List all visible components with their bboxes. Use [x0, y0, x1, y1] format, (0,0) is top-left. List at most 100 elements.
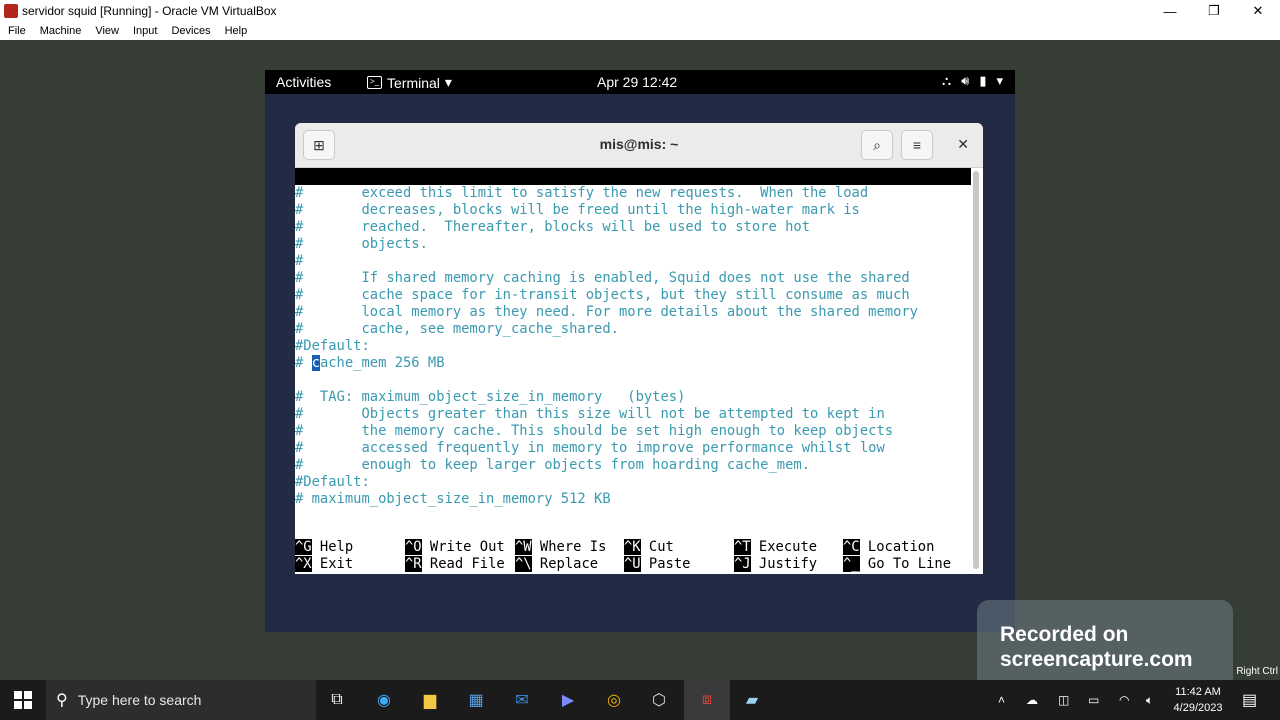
shortcut-where-is: ^W Where Is [515, 539, 607, 555]
chevron-down-icon: ▾ [996, 73, 1003, 88]
vbox-titlebar: servidor squid [Running] - Oracle VM Vir… [0, 0, 1280, 22]
tray-overflow-icon[interactable]: ˄ [998, 680, 1005, 720]
watermark-line1: Recorded on [1000, 623, 1129, 646]
editor-line: # reached. Thereafter, blocks will be us… [295, 219, 810, 235]
shortcut-help: ^G Help [295, 539, 354, 555]
editor-line: # If shared memory caching is enabled, S… [295, 270, 910, 286]
activities-button[interactable]: Activities [276, 74, 331, 90]
media-player-icon[interactable]: ▶ [556, 688, 580, 712]
taskbar-date: 4/29/2023 [1173, 702, 1223, 714]
shortcut-replace: ^\ Replace [515, 556, 599, 572]
editor-line: # decreases, blocks will be freed until … [295, 202, 860, 218]
menu-button[interactable]: ≡ [901, 130, 933, 160]
cursor-line-rest: ache_mem 256 MB [319, 355, 445, 371]
editor-line: # maximum_object_size_in_memory 512 KB [295, 491, 611, 507]
text-cursor: c [311, 355, 320, 371]
editor-line: # [295, 253, 304, 269]
mail-icon[interactable]: ✉ [510, 688, 534, 712]
search-placeholder: Type here to search [77, 692, 202, 708]
app-menu[interactable]: >_ Terminal ▾ [367, 74, 452, 91]
system-tray[interactable]: ⛬ 🔊︎ ▮ ▾ [942, 73, 1003, 89]
caret-down-icon: ▾ [444, 74, 452, 90]
shortcut-write-out: ^O Write Out [405, 539, 505, 555]
close-icon: ✕ [957, 136, 969, 152]
menu-machine[interactable]: Machine [32, 25, 88, 37]
editor-line: #Default: [295, 338, 370, 354]
vbox-menubar: File Machine View Input Devices Help [0, 22, 1280, 40]
editor-line: # accessed frequently in memory to impro… [295, 440, 885, 456]
shortcut-paste: ^U Paste [624, 556, 691, 572]
shortcut-justify: ^J Justify [734, 556, 818, 572]
shortcut-go-to-line: ^_ Go To Line [843, 556, 951, 572]
cursor-line-prefix: # [295, 355, 312, 371]
hamburger-icon: ≡ [912, 137, 922, 153]
terminal-icon: >_ [367, 76, 382, 89]
gnome-clock[interactable]: Apr 29 12:42 [597, 74, 677, 90]
store-icon[interactable]: ▦ [464, 688, 488, 712]
terminal-close-button[interactable]: ✕ [957, 136, 969, 153]
close-button[interactable]: ✕ [1236, 0, 1280, 22]
editor-line: # exceed this limit to satisfy the new r… [295, 185, 869, 201]
shortcut-cut: ^K Cut [624, 539, 674, 555]
virtualbox-icon [4, 4, 18, 18]
editor-line: # Objects greater than this size will no… [295, 406, 885, 422]
host-key-label: Right Ctrl [1236, 666, 1278, 677]
editor-line: # local memory as they need. For more de… [295, 304, 918, 320]
chrome-icon[interactable]: ◎ [602, 688, 626, 712]
minimize-button[interactable]: — [1148, 0, 1192, 22]
screen-recorder-icon[interactable]: ▰ [740, 688, 764, 712]
shortcut-read-file: ^R Read File [405, 556, 505, 572]
watermark-line2: screencapture.com [1000, 648, 1193, 671]
terminal-body[interactable]: GNU nano 5.4 squid.conf # exceed this li… [295, 168, 971, 574]
notifications-icon[interactable]: ▤ [1242, 680, 1257, 720]
nano-titlebar: GNU nano 5.4 squid.conf [295, 168, 971, 218]
virtualbox-taskbar-icon[interactable]: ⧈ [695, 688, 719, 712]
task-view-icon[interactable]: ⧉ [325, 688, 349, 712]
windows-logo-icon [14, 691, 32, 709]
shortcut-row: ^G Help ^O Write Out ^W Where Is ^K Cut … [295, 539, 971, 556]
start-button[interactable] [0, 680, 46, 720]
editor-line: # cache, see memory_cache_shared. [295, 321, 619, 337]
menu-input[interactable]: Input [125, 25, 163, 37]
cube-app-icon[interactable]: ⬡ [647, 688, 671, 712]
onedrive-icon[interactable]: ☁ [1026, 680, 1038, 720]
nano-shortcut-bar: ^G Help ^O Write Out ^W Where Is ^K Cut … [295, 539, 971, 573]
camera-icon[interactable]: ◫ [1058, 680, 1069, 720]
editor-content[interactable]: # exceed this limit to satisfy the new r… [295, 185, 971, 508]
windows-taskbar: ⚲ Type here to search ⧉ ◉ ▆ ▦ ✉ ▶ ◎ ⬡ ⧈ … [0, 680, 1280, 720]
edge-icon[interactable]: ◉ [372, 688, 396, 712]
search-icon: ⌕ [873, 136, 881, 153]
shortcut-location: ^C Location [843, 539, 935, 555]
shortcut-row: ^X Exit ^R Read File ^\ Replace ^U Paste… [295, 556, 971, 573]
restore-button[interactable]: ❐ [1192, 0, 1236, 22]
recording-watermark: Recorded on screencapture.com [977, 600, 1233, 692]
taskbar-clock[interactable]: 11:42 AM 4/29/2023 [1168, 684, 1228, 716]
editor-line: # the memory cache. This should be set h… [295, 423, 894, 439]
search-icon: ⚲ [56, 692, 68, 709]
terminal-window: ⊞ mis@mis: ~ ⌕ ≡ ✕ GNU nano 5.4 squid.co… [295, 123, 983, 574]
editor-line: #Default: [295, 474, 370, 490]
menu-view[interactable]: View [87, 25, 125, 37]
wifi-icon[interactable]: ◠ [1119, 680, 1129, 720]
menu-devices[interactable]: Devices [163, 25, 216, 37]
shortcut-execute: ^T Execute [734, 539, 818, 555]
menu-file[interactable]: File [0, 25, 32, 37]
gnome-top-bar: Activities >_ Terminal ▾ Apr 29 12:42 ⛬ … [265, 70, 1015, 94]
volume-icon: 🔊︎ [961, 73, 970, 88]
editor-line: # objects. [295, 236, 428, 252]
shortcut-exit: ^X Exit [295, 556, 354, 572]
editor-line: # cache space for in-transit objects, bu… [295, 287, 910, 303]
menu-help[interactable]: Help [217, 25, 254, 37]
file-explorer-icon[interactable]: ▆ [418, 688, 442, 712]
terminal-scrollbar[interactable] [973, 171, 979, 569]
search-button[interactable]: ⌕ [861, 130, 893, 160]
taskbar-search-box[interactable]: ⚲ Type here to search [46, 680, 316, 720]
editor-line: # TAG: maximum_object_size_in_memory (by… [295, 389, 686, 405]
taskbar-time: 11:42 AM [1175, 686, 1221, 698]
speaker-icon[interactable]: 🔈︎ [1146, 680, 1153, 720]
window-title: servidor squid [Running] - Oracle VM Vir… [22, 4, 277, 18]
app-menu-label: Terminal [387, 74, 440, 91]
battery-icon: ▮ [979, 73, 987, 88]
battery-tray-icon[interactable]: ▭ [1088, 680, 1099, 720]
